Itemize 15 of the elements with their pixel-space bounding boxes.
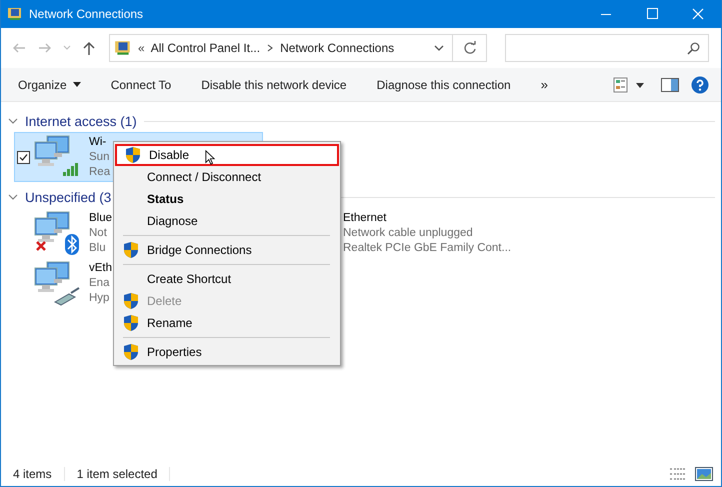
connection-detail: Realtek PCIe GbE Family Cont... [343, 240, 512, 256]
status-text: 4 items [13, 467, 65, 481]
connection-name: Ethernet [343, 210, 388, 226]
connection-name: Wi- [89, 134, 108, 150]
status-text: 1 item selected [76, 467, 170, 481]
connection-detail: Hyp [89, 290, 110, 306]
connection-name: Blue [89, 210, 112, 226]
window-title: Network Connections [29, 7, 144, 21]
connection-detail: Not [89, 226, 108, 240]
connection-name: vEth [89, 260, 112, 276]
connection-detail: Rea [89, 164, 110, 180]
connection-detail: Ena [89, 276, 110, 290]
connection-detail: Blu [89, 240, 107, 256]
connection-detail: Network cable unplugged [343, 226, 474, 240]
connection-detail: Sun [89, 150, 110, 164]
